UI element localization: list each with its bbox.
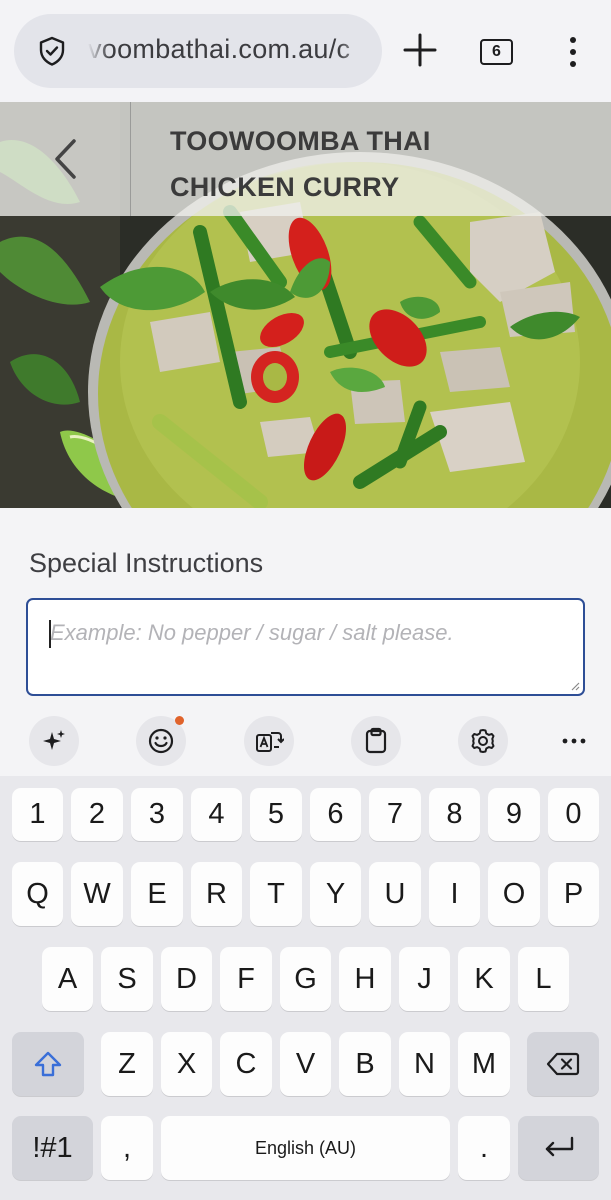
backspace-key[interactable] (527, 1032, 599, 1096)
enter-key[interactable] (518, 1116, 599, 1180)
tab-count: 6 (492, 43, 501, 60)
key-j[interactable]: J (399, 947, 450, 1011)
key-w[interactable]: W (71, 862, 123, 926)
shield-check-icon[interactable] (36, 35, 68, 67)
chevron-left-icon (55, 139, 76, 179)
key-g[interactable]: G (280, 947, 331, 1011)
recipe-header: TOOWOOMBA THAI CHICKEN CURRY (0, 102, 611, 216)
special-instructions-section: Special Instructions (0, 508, 611, 708)
backspace-icon (546, 1052, 580, 1076)
more-vertical-icon[interactable] (558, 34, 588, 70)
browser-toolbar: voombathai.com.au/c 6 (0, 0, 611, 102)
space-key[interactable]: English (AU) (161, 1116, 450, 1180)
keyboard-toolbar (0, 708, 611, 776)
key-7[interactable]: 7 (369, 788, 421, 841)
key-f[interactable]: F (220, 947, 272, 1011)
key-9[interactable]: 9 (488, 788, 540, 841)
shift-key[interactable] (12, 1032, 84, 1096)
key-1[interactable]: 1 (12, 788, 63, 841)
emoji-button[interactable] (136, 716, 186, 766)
key-o[interactable]: O (488, 862, 540, 926)
key-s[interactable]: S (101, 947, 153, 1011)
comma-key[interactable]: , (101, 1116, 153, 1180)
toolbar-more-button[interactable] (556, 730, 592, 752)
settings-gear-icon (471, 729, 495, 753)
keyboard-settings-button[interactable] (458, 716, 508, 766)
key-h[interactable]: H (339, 947, 391, 1011)
enter-return-icon (545, 1136, 573, 1157)
shift-arrow-icon (34, 1051, 62, 1077)
key-t[interactable]: T (250, 862, 302, 926)
clipboard-icon (365, 727, 387, 754)
on-screen-keyboard: 1 2 3 4 5 6 7 8 9 0 Q W E R T Y U I O P … (0, 776, 611, 1200)
key-r[interactable]: R (191, 862, 242, 926)
special-instructions-input[interactable] (28, 600, 583, 694)
key-2[interactable]: 2 (71, 788, 123, 841)
new-tab-plus-icon[interactable] (400, 30, 440, 70)
ai-sparkle-icon (43, 730, 65, 750)
recipe-title-line2: CHICKEN CURRY (170, 172, 400, 202)
clipboard-button[interactable] (351, 716, 401, 766)
key-8[interactable]: 8 (429, 788, 480, 841)
key-5[interactable]: 5 (250, 788, 302, 841)
key-b[interactable]: B (339, 1032, 391, 1096)
special-instructions-field[interactable] (26, 598, 585, 696)
key-m[interactable]: M (458, 1032, 510, 1096)
key-3[interactable]: 3 (131, 788, 183, 841)
address-bar[interactable]: voombathai.com.au/c (14, 14, 382, 88)
ai-sparkle-button[interactable] (29, 716, 79, 766)
url-text[interactable]: voombathai.com.au/c (88, 34, 370, 68)
key-u[interactable]: U (369, 862, 421, 926)
key-l[interactable]: L (518, 947, 569, 1011)
key-0[interactable]: 0 (548, 788, 599, 841)
more-horizontal-icon (562, 738, 586, 744)
symbols-key[interactable]: !#1 (12, 1116, 93, 1180)
key-6[interactable]: 6 (310, 788, 361, 841)
key-x[interactable]: X (161, 1032, 212, 1096)
emoji-icon (148, 728, 174, 754)
translate-icon (256, 732, 284, 752)
key-k[interactable]: K (458, 947, 510, 1011)
emoji-notification-badge (175, 716, 184, 725)
translate-button[interactable] (244, 716, 294, 766)
key-4[interactable]: 4 (191, 788, 242, 841)
resize-grip-icon[interactable] (570, 681, 580, 691)
recipe-title-line1: TOOWOOMBA THAI (170, 126, 431, 156)
key-n[interactable]: N (399, 1032, 450, 1096)
key-i[interactable]: I (429, 862, 480, 926)
special-instructions-label: Special Instructions (29, 548, 264, 578)
key-z[interactable]: Z (101, 1032, 153, 1096)
key-e[interactable]: E (131, 862, 183, 926)
key-q[interactable]: Q (12, 862, 63, 926)
key-d[interactable]: D (161, 947, 212, 1011)
back-button[interactable] (0, 102, 131, 216)
key-c[interactable]: C (220, 1032, 272, 1096)
key-a[interactable]: A (42, 947, 93, 1011)
recipe-title: TOOWOOMBA THAI CHICKEN CURRY (170, 118, 590, 210)
key-y[interactable]: Y (310, 862, 361, 926)
tab-counter-button[interactable]: 6 (480, 39, 513, 65)
text-cursor (49, 620, 51, 648)
key-v[interactable]: V (280, 1032, 331, 1096)
key-p[interactable]: P (548, 862, 599, 926)
period-key[interactable]: . (458, 1116, 510, 1180)
dish-hero: TOOWOOMBA THAI CHICKEN CURRY (0, 102, 611, 508)
